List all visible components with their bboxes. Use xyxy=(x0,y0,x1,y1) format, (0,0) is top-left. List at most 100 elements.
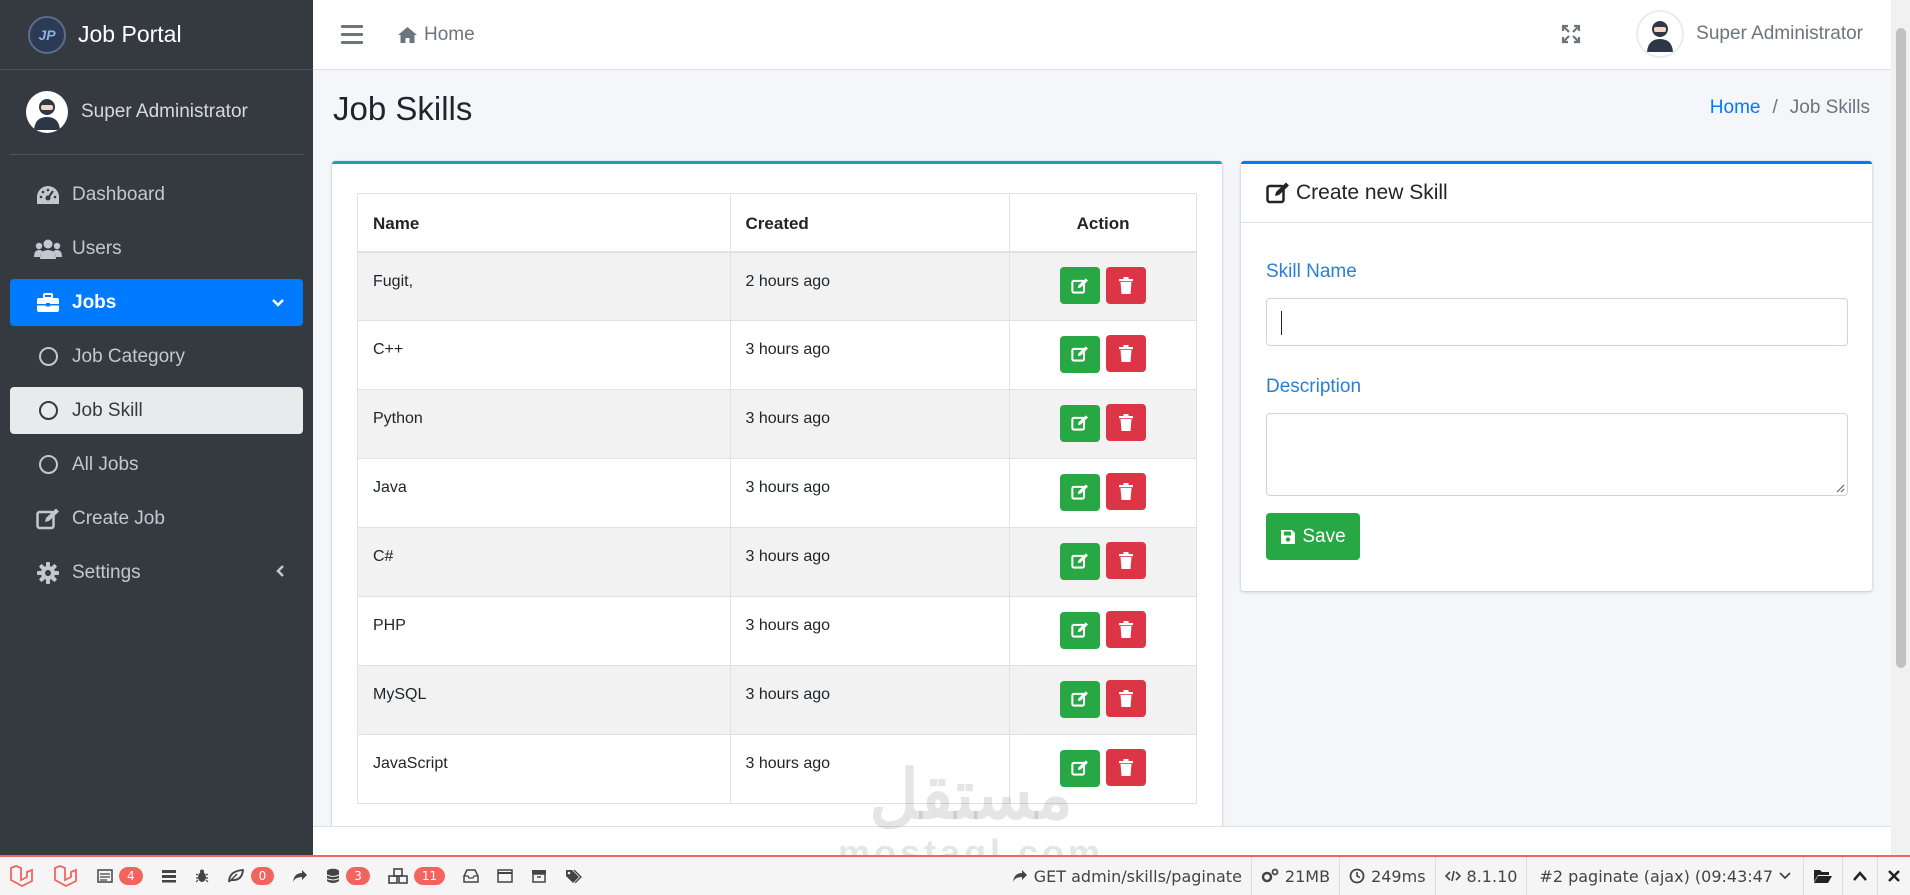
description-textarea[interactable] xyxy=(1266,413,1848,496)
sidebar-item-dashboard[interactable]: Dashboard xyxy=(10,171,303,218)
sidebar-item-users[interactable]: Users xyxy=(10,225,303,272)
edit-icon xyxy=(1071,553,1088,569)
debug-messages-tab[interactable]: 4 xyxy=(88,857,152,895)
sidebar-item-label: Jobs xyxy=(72,291,117,313)
top-user-menu[interactable]: Super Administrator xyxy=(1638,12,1863,56)
debug-route-tab[interactable] xyxy=(283,857,317,895)
sidebar-item-create-job[interactable]: Create Job xyxy=(10,495,303,542)
created-cell: 3 hours ago xyxy=(729,527,1011,597)
trash-icon xyxy=(1119,414,1134,431)
folder-open-icon[interactable] xyxy=(1803,857,1842,895)
delete-button[interactable] xyxy=(1106,749,1147,786)
edit-button[interactable] xyxy=(1059,680,1100,718)
scrollbar-thumb[interactable] xyxy=(1896,28,1906,668)
skill-name-input[interactable] xyxy=(1266,298,1848,346)
create-skill-title: Create new Skill xyxy=(1296,181,1448,204)
close-icon[interactable] xyxy=(1877,857,1910,895)
create-skill-card-header: Create new Skill xyxy=(1241,164,1872,223)
sidebar-item-jobs[interactable]: Jobs xyxy=(10,279,303,326)
breadcrumb-home-link[interactable]: Home xyxy=(1710,97,1761,119)
edit-button[interactable] xyxy=(1059,542,1100,580)
skills-table-card: Name Created Action Fugit, 2 hours ago C+… xyxy=(332,161,1222,861)
table-row: PHP 3 hours ago xyxy=(357,596,1197,666)
debug-memory-value: 21MB xyxy=(1284,866,1331,886)
debug-exceptions-tab[interactable] xyxy=(186,857,218,895)
sidebar-item-all-jobs[interactable]: All Jobs xyxy=(10,441,303,488)
debug-time-value: 249ms xyxy=(1371,866,1426,886)
table-header-row: Name Created Action xyxy=(357,193,1197,253)
delete-button[interactable] xyxy=(1106,404,1147,441)
skill-name-cell: MySQL xyxy=(357,665,731,735)
delete-button[interactable] xyxy=(1106,611,1147,648)
debug-request-select[interactable]: #2 paginate (ajax) (09:43:47 xyxy=(1526,857,1803,895)
delete-button[interactable] xyxy=(1106,542,1147,579)
save-button[interactable]: Save xyxy=(1266,513,1360,560)
skill-name-cell: C# xyxy=(357,527,731,597)
chevron-up-icon[interactable] xyxy=(1842,857,1877,895)
debug-tags-tab[interactable] xyxy=(556,857,592,895)
created-cell: 3 hours ago xyxy=(729,665,1011,735)
created-cell: 3 hours ago xyxy=(729,320,1011,390)
vertical-scrollbar[interactable] xyxy=(1891,0,1910,855)
edit-button[interactable] xyxy=(1059,267,1100,304)
timeline-icon xyxy=(161,870,176,883)
delete-button[interactable] xyxy=(1106,266,1147,304)
debug-messages-count: 4 xyxy=(119,867,143,885)
share-icon xyxy=(293,870,308,882)
circle-icon xyxy=(34,347,62,366)
skill-name-cell: Python xyxy=(357,389,731,459)
debug-request-value: #2 paginate (ajax) (09:43:47 xyxy=(1539,866,1773,886)
chevron-down-icon xyxy=(1779,872,1791,880)
sidebar-item-job-category[interactable]: Job Category xyxy=(10,333,303,380)
breadcrumb-current: Job Skills xyxy=(1789,97,1870,118)
debug-request-tab[interactable] xyxy=(522,857,556,895)
trash-icon xyxy=(1119,690,1134,707)
brand-name: Job Portal xyxy=(78,21,182,47)
table-row: JavaScript 3 hours ago xyxy=(357,734,1197,804)
brand-link[interactable]: JP Job Portal xyxy=(0,0,313,70)
debug-session-tab[interactable] xyxy=(488,857,522,895)
chevron-down-icon xyxy=(271,292,285,314)
sidebar-item-settings[interactable]: Settings xyxy=(10,549,303,596)
database-icon xyxy=(327,868,340,883)
column-header-name[interactable]: Name xyxy=(357,193,731,253)
delete-button[interactable] xyxy=(1106,335,1147,372)
resize-handle-icon[interactable] xyxy=(1835,483,1845,493)
menu-toggle-icon[interactable] xyxy=(341,25,363,44)
sidebar-item-label: Create Job xyxy=(72,507,165,529)
edit-button[interactable] xyxy=(1059,749,1100,787)
user-avatar-icon xyxy=(34,99,60,130)
delete-button[interactable] xyxy=(1106,473,1147,510)
sidebar-user-panel[interactable]: Super Administrator xyxy=(10,70,303,155)
sidebar-item-label: Job Category xyxy=(72,345,186,367)
sidebar-item-job-skill[interactable]: Job Skill xyxy=(10,387,303,434)
laravel-logo-icon[interactable] xyxy=(44,857,88,895)
debug-models-tab[interactable]: 11 xyxy=(379,857,454,895)
debug-mail-tab[interactable] xyxy=(454,857,488,895)
created-cell: 3 hours ago xyxy=(729,734,1011,804)
top-navbar: Home Super Administrator xyxy=(313,0,1891,70)
text-caret xyxy=(1281,311,1282,335)
top-nav-home-link[interactable]: Home xyxy=(397,24,475,46)
laravel-logo-icon[interactable] xyxy=(0,857,44,895)
edit-icon xyxy=(34,508,62,530)
fullscreen-icon[interactable] xyxy=(1561,24,1581,49)
cogs-icon xyxy=(1261,868,1279,883)
debug-views-tab[interactable]: 0 xyxy=(218,857,284,895)
edit-button[interactable] xyxy=(1059,611,1100,649)
edit-icon xyxy=(1071,415,1088,431)
debug-timeline-tab[interactable] xyxy=(152,857,186,895)
column-header-created[interactable]: Created xyxy=(729,193,1011,253)
circle-icon xyxy=(34,455,62,474)
delete-button[interactable] xyxy=(1106,680,1147,717)
debug-time: 249ms xyxy=(1339,857,1434,895)
edit-icon xyxy=(1071,760,1088,776)
trash-icon xyxy=(1119,345,1134,362)
edit-button[interactable] xyxy=(1059,473,1100,511)
sidebar-item-label: All Jobs xyxy=(72,453,139,475)
edit-button[interactable] xyxy=(1059,404,1100,442)
debug-queries-tab[interactable]: 3 xyxy=(317,857,379,895)
edit-button[interactable] xyxy=(1059,335,1100,373)
skill-name-label: Skill Name xyxy=(1266,261,1357,282)
top-nav-home-label: Home xyxy=(424,23,475,45)
